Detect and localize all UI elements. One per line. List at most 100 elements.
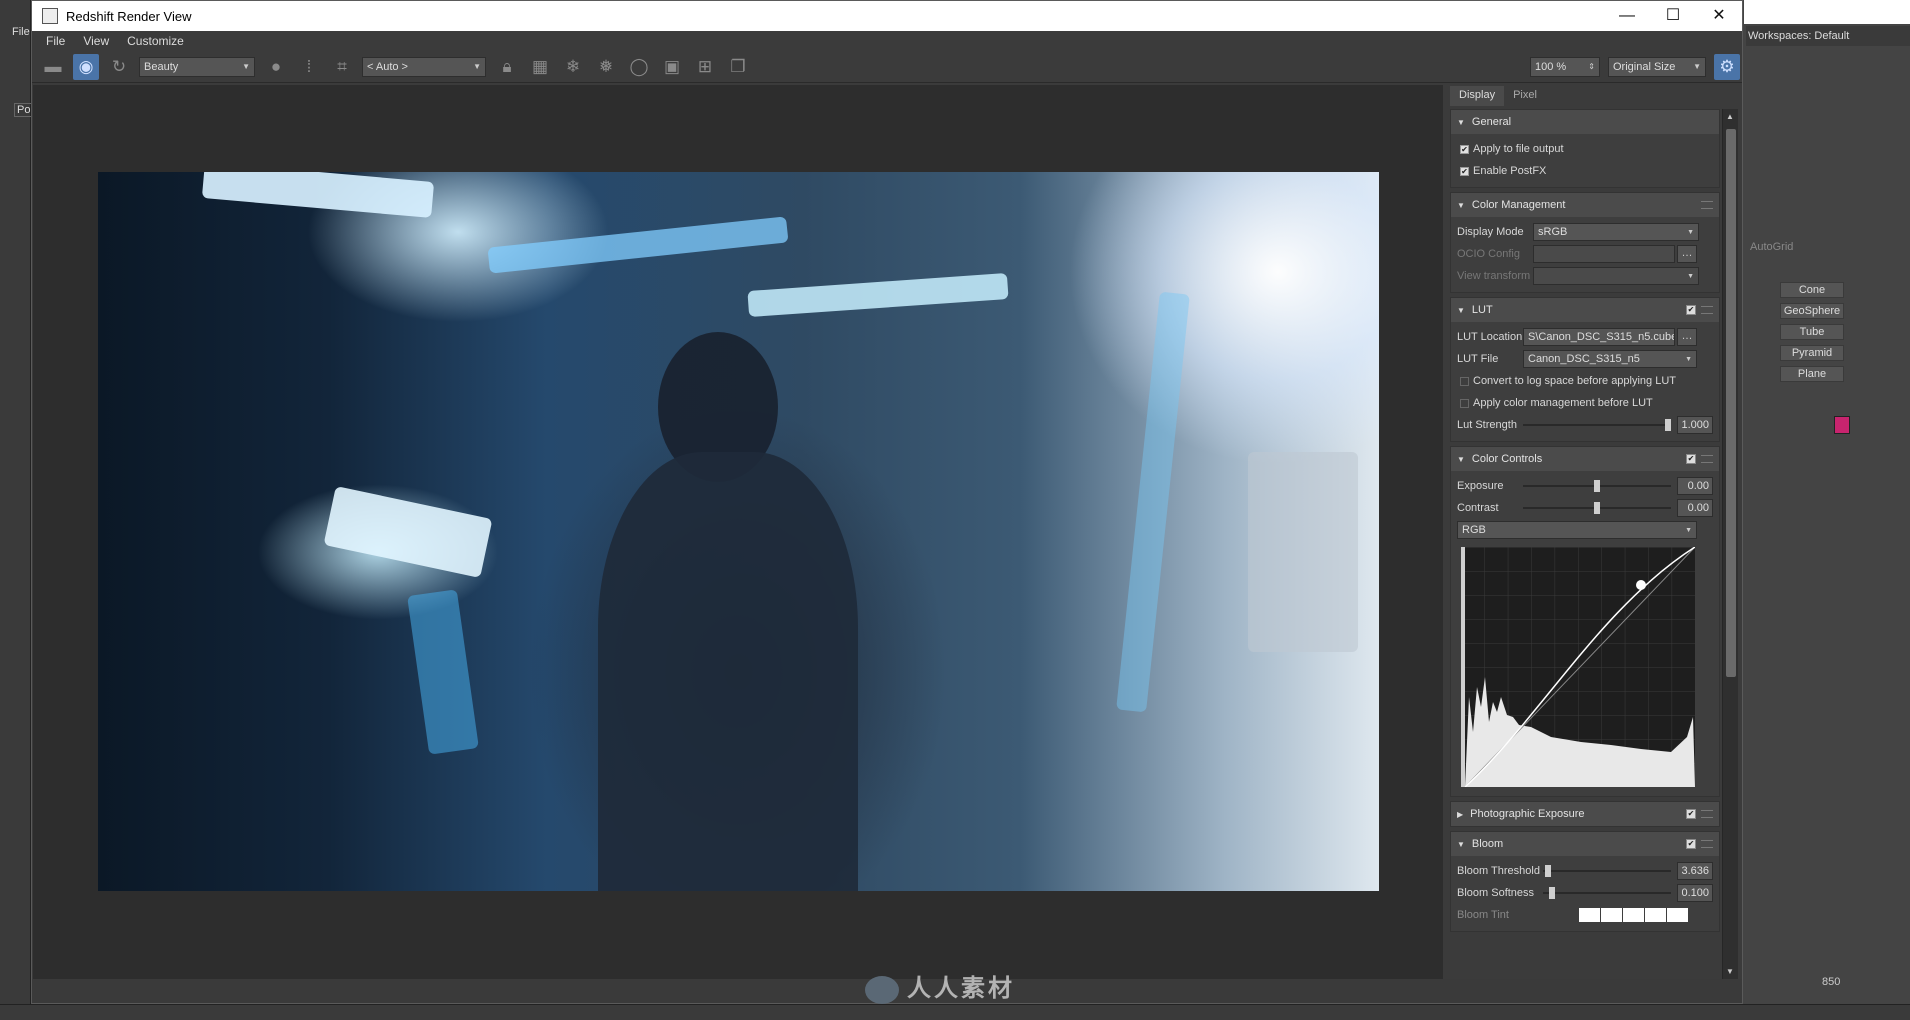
add-snapshot-icon[interactable]: ⊞ [692,54,718,80]
bloom-softness-slider[interactable] [1543,884,1671,902]
close-button[interactable]: ✕ [1696,1,1742,31]
scroll-down-icon[interactable]: ▼ [1726,967,1734,976]
slider-handle[interactable] [1545,865,1551,877]
bloom-header[interactable]: ▼ Bloom ✔ [1451,832,1719,856]
bloom-tint-swatch[interactable] [1579,908,1600,922]
background-cone-button[interactable]: Cone [1780,282,1844,298]
curve-control-point[interactable] [1636,580,1646,590]
background-autogrid[interactable]: AutoGrid [1750,241,1793,253]
lut-enable-checkbox[interactable]: ✔ [1686,305,1696,315]
background-plane-button[interactable]: Plane [1780,366,1844,382]
clapper-icon[interactable]: ▬ [40,54,66,80]
panel-scrollbar[interactable]: ▲ ▼ [1722,109,1738,979]
grid-icon[interactable]: ▦ [527,54,553,80]
drag-handle-icon[interactable] [1701,201,1713,209]
bloom-tint-swatch[interactable] [1667,908,1688,922]
bloom-softness-value[interactable]: 0.100 [1677,884,1713,902]
copy-icon[interactable]: ❐ [725,54,751,80]
ocio-config-field[interactable] [1533,245,1675,263]
channel-select[interactable]: RGB ▼ [1457,521,1697,539]
zoom-select[interactable]: 100 % ⇕ [1530,56,1600,77]
color-controls-enable-checkbox[interactable]: ✔ [1686,454,1696,464]
rgb-channel-icon[interactable]: ● [263,54,289,80]
drag-handle-icon[interactable] [1701,306,1713,314]
slider-handle[interactable] [1594,480,1600,492]
apply-cm-before-lut-checkbox[interactable]: Apply color management before LUT [1457,392,1713,414]
background-color-swatch[interactable] [1834,416,1850,434]
contrast-value[interactable]: 0.00 [1677,499,1713,517]
bloom-section: ▼ Bloom ✔ Bloom Threshold 3.636 Bloom So… [1450,831,1720,932]
background-title-area [1744,0,1910,24]
photographic-exposure-enable-checkbox[interactable]: ✔ [1686,809,1696,819]
photographic-exposure-header[interactable]: ▶ Photographic Exposure ✔ [1451,802,1719,826]
tab-pixel[interactable]: Pixel [1504,86,1546,106]
scrollbar-thumb[interactable] [1726,129,1736,677]
display-mode-select[interactable]: sRGB ▼ [1533,223,1699,241]
drag-handle-icon[interactable] [1701,840,1713,848]
crop-icon[interactable]: ⌗ [329,54,355,80]
color-management-header[interactable]: ▼ Color Management [1451,193,1719,217]
size-select[interactable]: Original Size ▼ [1608,56,1706,77]
grid-dots-icon[interactable]: ⁞ [296,54,322,80]
slider-handle[interactable] [1549,887,1555,899]
refresh-icon[interactable]: ↻ [106,54,132,80]
background-tube-button[interactable]: Tube [1780,324,1844,340]
curve-editor[interactable] [1461,546,1696,788]
circle-icon[interactable]: ◯ [626,54,652,80]
background-pyramid-button[interactable]: Pyramid [1780,345,1844,361]
menu-file[interactable]: File [40,34,77,48]
render-viewport[interactable] [33,85,1443,979]
watermark: 人人素材 [865,968,1015,1004]
exposure-slider[interactable] [1523,477,1671,495]
snowflake-alt-icon[interactable]: ❅ [593,54,619,80]
apply-to-file-output-checkbox[interactable]: ✔ Apply to file output [1457,138,1713,160]
lut-location-field[interactable]: S\Canon_DSC_S315_n5.cube [1523,328,1675,346]
drag-handle-icon[interactable] [1701,455,1713,463]
display-mode-value: sRGB [1538,226,1568,238]
lut-file-select[interactable]: Canon_DSC_S315_n5 ▼ [1523,350,1697,368]
scroll-up-icon[interactable]: ▲ [1726,112,1734,121]
lut-location-label: LUT Location [1457,331,1523,343]
aov-select[interactable]: Beauty ▼ [139,56,255,77]
image-icon[interactable]: ▣ [659,54,685,80]
lock-icon[interactable]: 🔒︎ [494,54,520,80]
chevron-down-icon: ▼ [1687,228,1694,236]
slider-handle[interactable] [1665,419,1671,431]
bloom-enable-checkbox[interactable]: ✔ [1686,839,1696,849]
view-transform-select[interactable]: ▼ [1533,267,1699,285]
tab-display[interactable]: Display [1450,86,1505,106]
exposure-label: Exposure [1457,480,1504,492]
lut-strength-slider[interactable] [1523,416,1671,434]
contrast-slider[interactable] [1523,499,1671,517]
snowflake-icon[interactable]: ❄ [560,54,586,80]
exposure-value[interactable]: 0.00 [1677,477,1713,495]
general-section-header[interactable]: ▼ General [1451,110,1719,134]
settings-gear-icon[interactable]: ⚙ [1714,53,1740,80]
drag-handle-icon[interactable] [1701,810,1713,818]
browse-lut-button[interactable]: … [1677,328,1697,346]
maximize-button[interactable]: ☐ [1650,1,1696,31]
lut-header[interactable]: ▼ LUT ✔ [1451,298,1719,322]
background-geosphere-button[interactable]: GeoSphere [1780,303,1844,319]
bloom-threshold-value[interactable]: 3.636 [1677,862,1713,880]
slider-handle[interactable] [1594,502,1600,514]
render-icon[interactable]: ◉ [73,53,99,80]
camera-select[interactable]: < Auto > ▼ [362,56,486,77]
bloom-title: Bloom [1471,838,1504,850]
convert-log-checkbox[interactable]: Convert to log space before applying LUT [1457,370,1713,392]
bloom-tint-swatch[interactable] [1645,908,1666,922]
lut-strength-value[interactable]: 1.000 [1677,416,1713,434]
bloom-tint-swatch[interactable] [1601,908,1622,922]
background-workspaces[interactable]: Workspaces: Default [1746,26,1910,46]
menu-bar: File View Customize [32,31,1742,51]
bloom-tint-swatch[interactable] [1623,908,1644,922]
color-controls-header[interactable]: ▼ Color Controls ✔ [1451,447,1719,471]
app-icon [42,8,58,24]
background-file-menu[interactable]: File [12,26,30,38]
menu-view[interactable]: View [77,34,121,48]
minimize-button[interactable]: — [1604,1,1650,31]
bloom-threshold-slider[interactable] [1543,862,1671,880]
menu-customize[interactable]: Customize [121,34,196,48]
enable-postfx-checkbox[interactable]: ✔ Enable PostFX [1457,160,1713,182]
browse-ocio-button[interactable]: … [1677,245,1697,263]
